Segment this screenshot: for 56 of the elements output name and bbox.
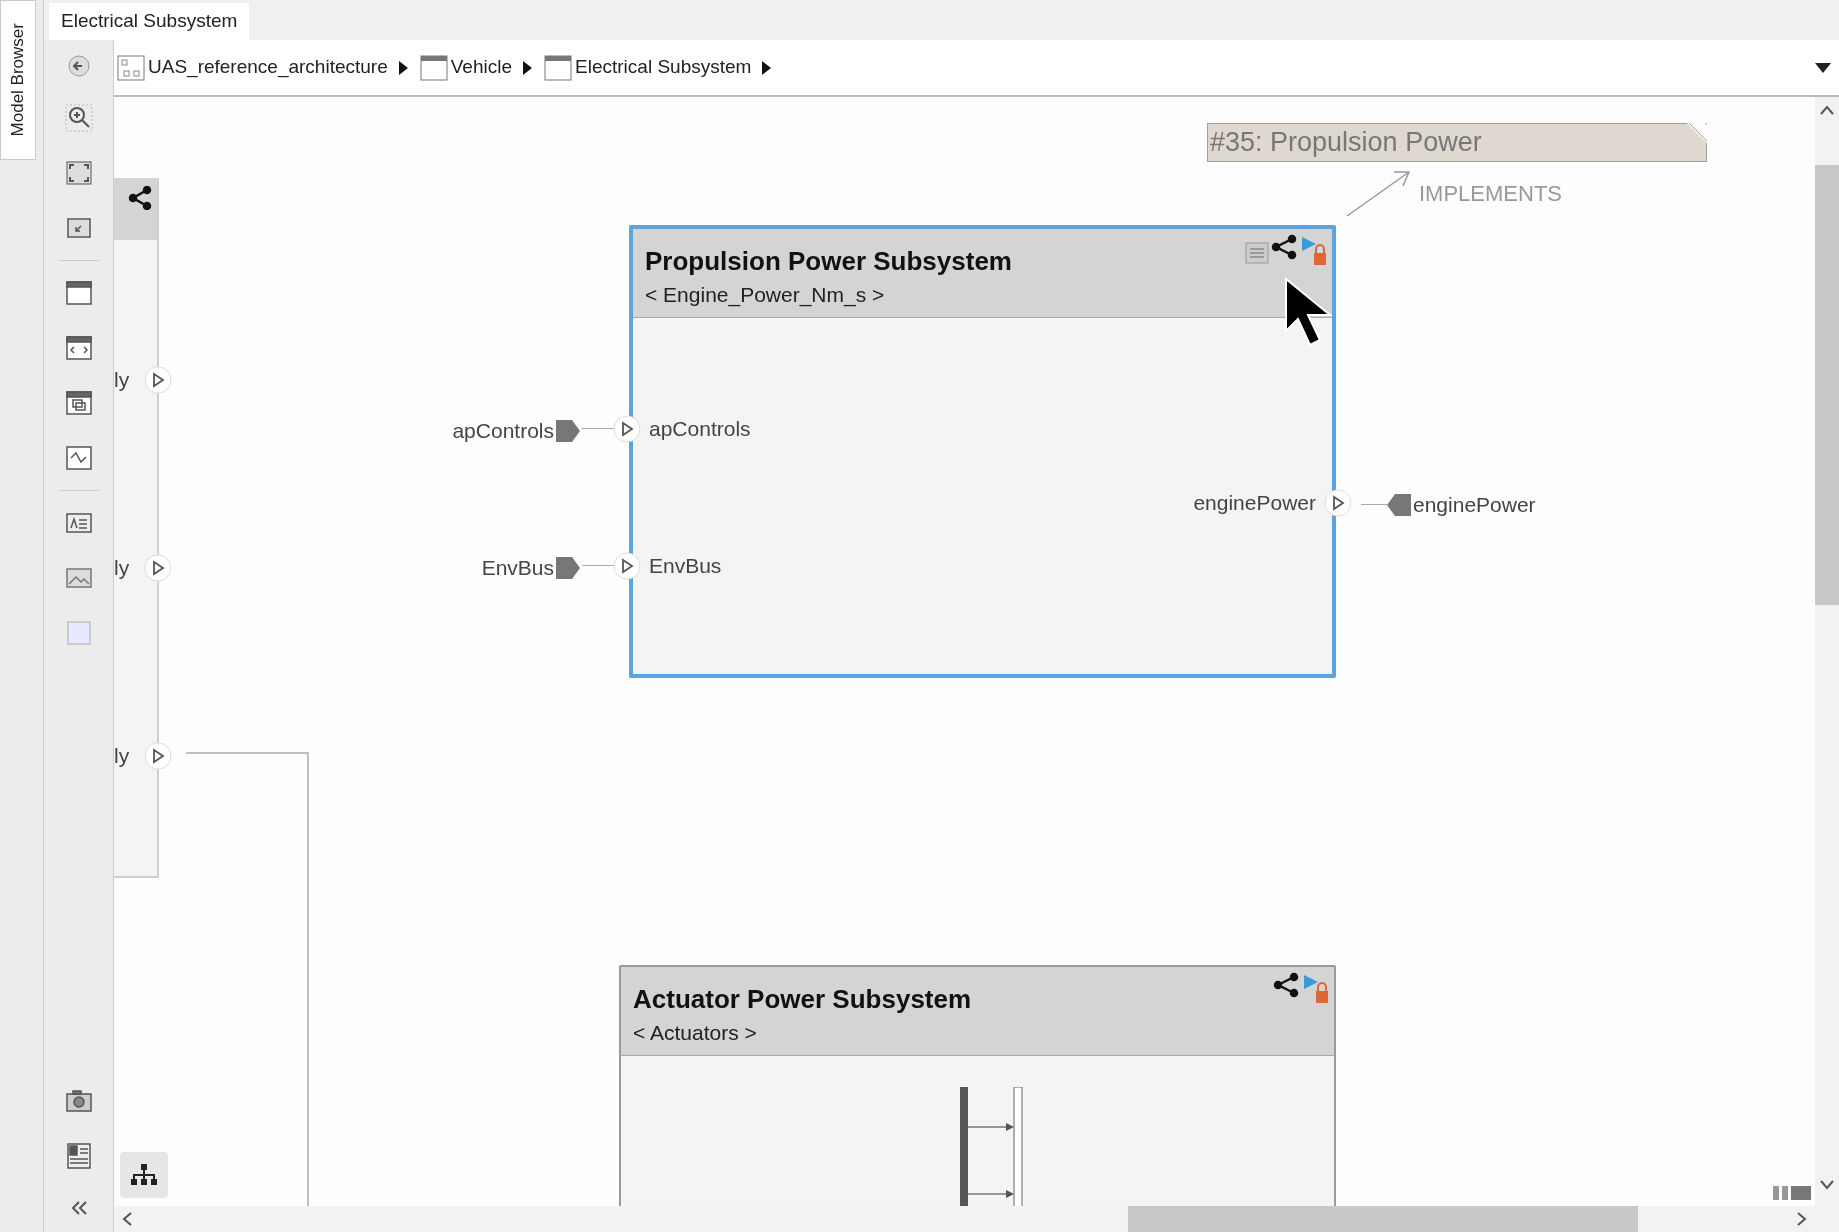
scroll-up-icon[interactable] (1820, 105, 1834, 115)
model-browser-tab[interactable]: Model Browser (0, 0, 36, 160)
block-title: Actuator Power Subsystem (633, 983, 972, 1016)
reference-component-icon[interactable] (63, 333, 94, 363)
variant-component-icon[interactable] (63, 388, 94, 418)
breadcrumb-link[interactable]: Electrical Subsystem (544, 53, 752, 82)
component-icon[interactable] (63, 278, 94, 308)
share-icon (127, 186, 153, 210)
hierarchy-icon (130, 1164, 158, 1186)
outport-icon (1387, 493, 1411, 516)
link-arrow (1346, 169, 1412, 217)
scroll-left-icon[interactable] (122, 1212, 132, 1226)
block-badges-icon (1272, 971, 1330, 1005)
breadcrumb-link[interactable]: Vehicle (419, 53, 513, 82)
breadcrumb-arrow-icon (397, 59, 410, 76)
overview-icon[interactable] (1773, 1184, 1811, 1202)
port-icon[interactable] (1324, 488, 1352, 517)
editor-tab[interactable]: Electrical Subsystem (49, 3, 250, 40)
port-icon[interactable] (144, 741, 172, 770)
port-label: ly (114, 555, 131, 581)
block-stereotype: < Engine_Power_Nm_s > (645, 281, 885, 308)
port-label: apControls (452, 418, 554, 444)
component-icon (544, 54, 573, 81)
block-badges-icon (1244, 233, 1328, 267)
inport-icon (556, 419, 582, 442)
port-icon[interactable] (613, 551, 641, 580)
port-icon[interactable] (613, 414, 641, 443)
port-icon[interactable] (144, 553, 172, 582)
port-label: EnvBus (481, 555, 554, 581)
adapter-icon[interactable] (63, 443, 94, 473)
back-icon[interactable] (66, 54, 91, 78)
port-icon[interactable] (144, 365, 172, 394)
block-title: Propulsion Power Subsystem (645, 245, 1012, 278)
scrollbar-thumb[interactable] (1815, 165, 1839, 605)
block-stereotype: < Actuators > (633, 1019, 757, 1046)
dropdown-icon[interactable] (1815, 62, 1831, 73)
component-icon (419, 54, 448, 81)
hierarchy-button[interactable] (120, 1152, 168, 1198)
zoom-in-icon[interactable] (63, 103, 94, 133)
folded-corner-icon (1687, 123, 1707, 143)
port-label: enginePower (1413, 492, 1536, 518)
port-label: enginePower (1193, 490, 1316, 516)
port-label: apControls (649, 416, 751, 442)
model-icon (117, 54, 145, 81)
fit-to-view-icon[interactable] (63, 158, 94, 188)
scroll-down-icon[interactable] (1820, 1180, 1834, 1190)
link-label: IMPLEMENTS (1419, 180, 1563, 208)
port-label: ly (114, 743, 131, 769)
port-label: EnvBus (649, 553, 722, 579)
mouse-pointer-icon (1284, 277, 1334, 349)
inport-icon (556, 556, 582, 579)
scrollbar-thumb[interactable] (1128, 1206, 1638, 1232)
scroll-right-icon[interactable] (1797, 1212, 1807, 1226)
port-label: ly (114, 367, 131, 393)
component-block[interactable]: Actuator Power Subsystem < Actuators > (619, 965, 1336, 1206)
breadcrumb-link[interactable]: UAS_reference_architecture (117, 53, 388, 82)
